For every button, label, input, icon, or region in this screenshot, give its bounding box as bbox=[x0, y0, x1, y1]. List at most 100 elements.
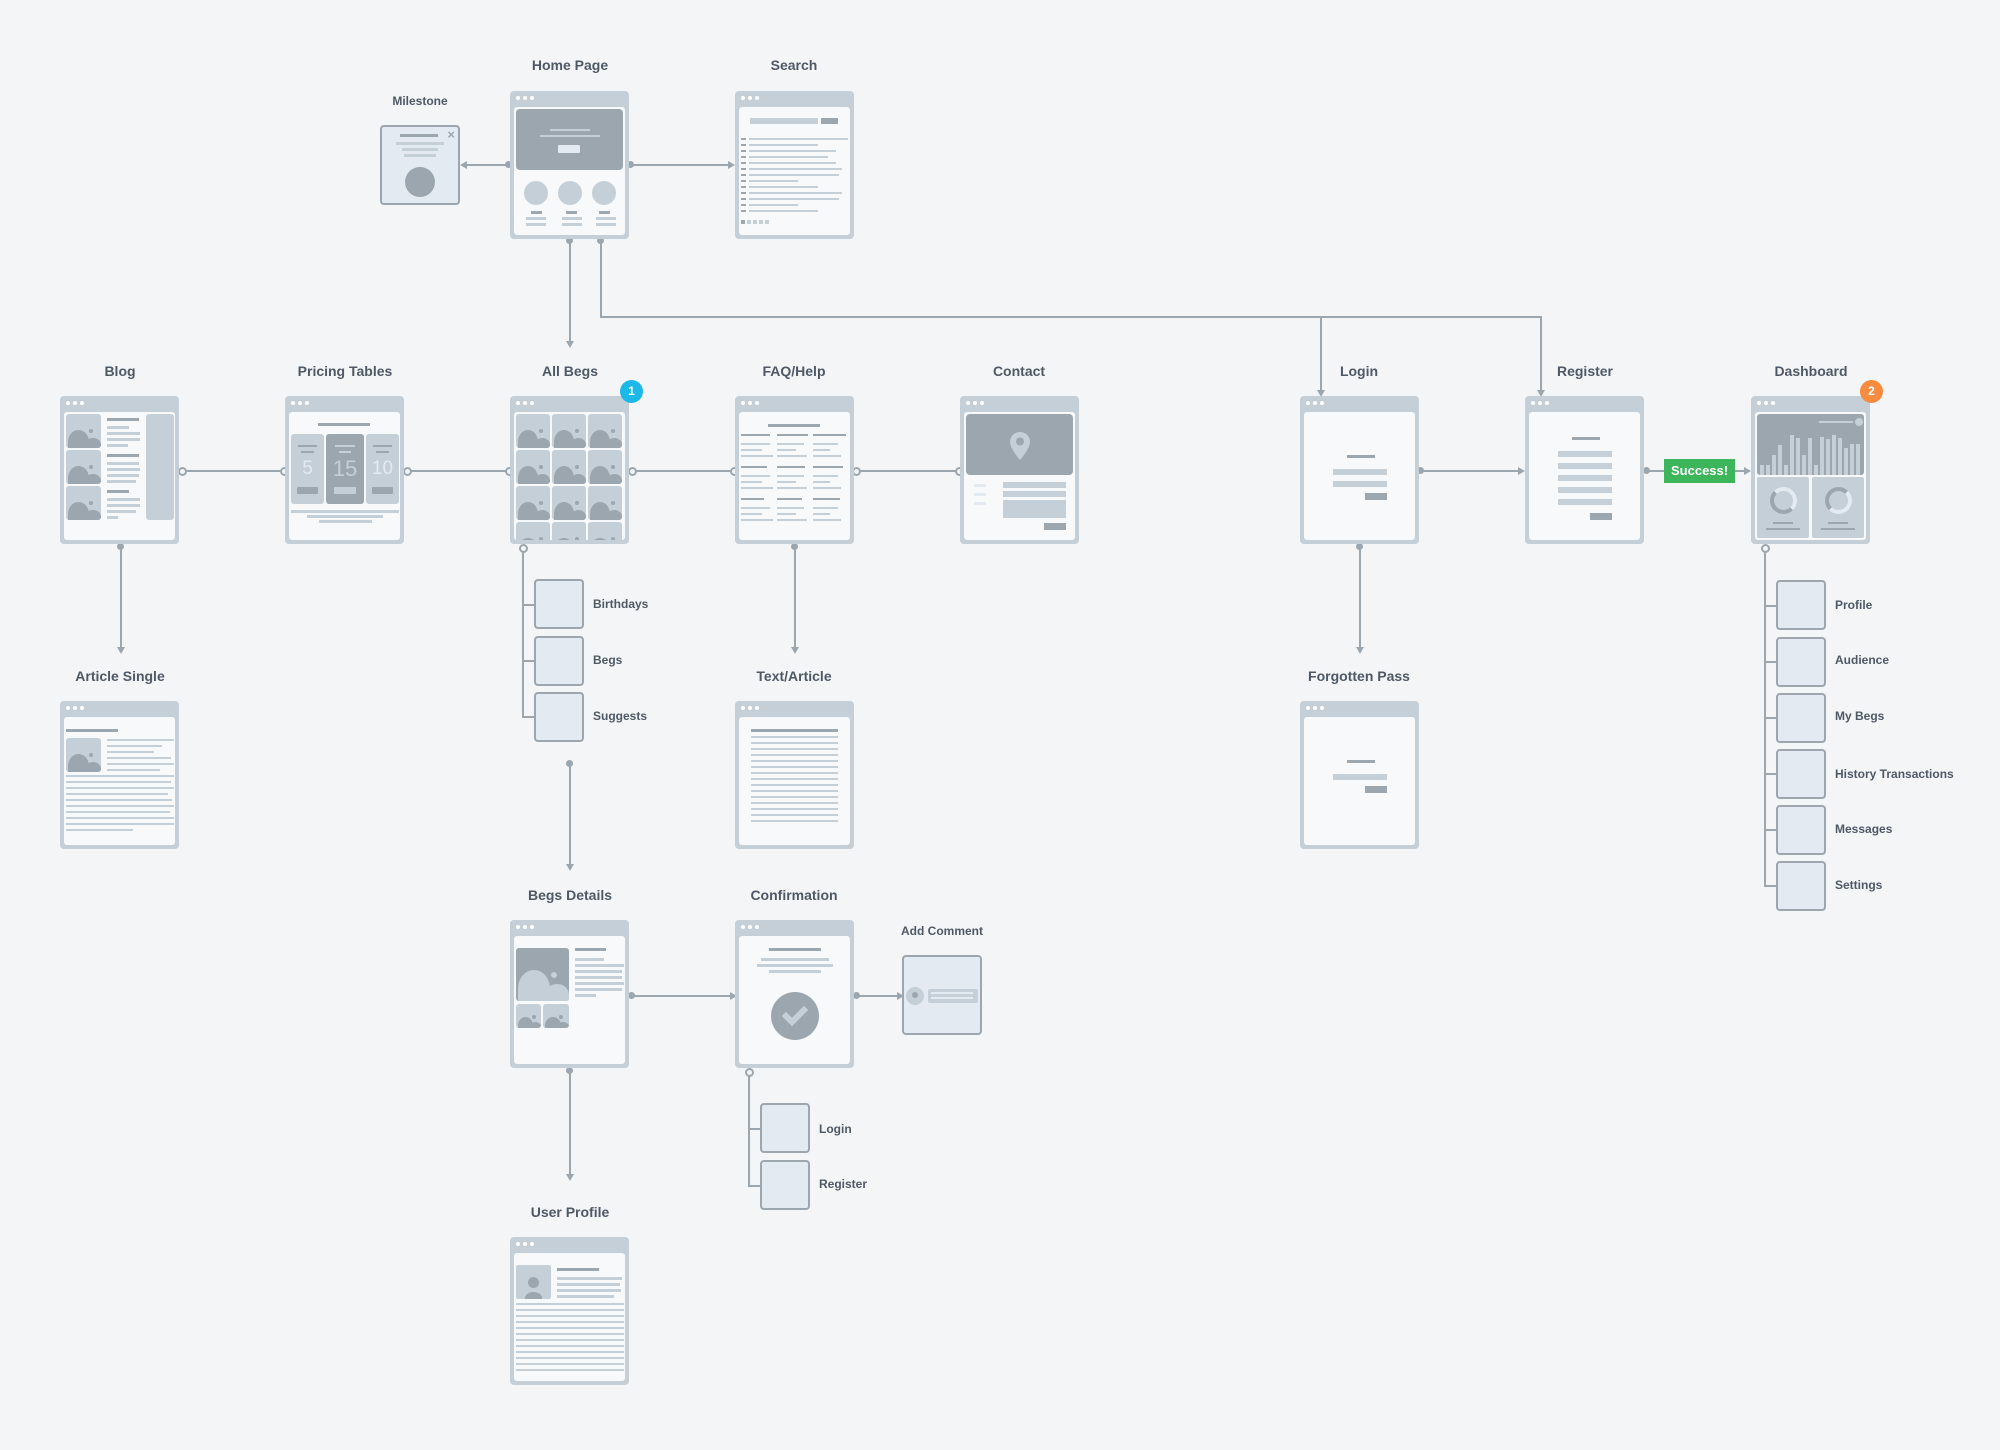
child-label: Register bbox=[819, 1177, 868, 1191]
placeholder-line bbox=[813, 481, 830, 483]
screen-title-dashboard: Dashboard bbox=[1774, 363, 1848, 379]
close-icon[interactable]: × bbox=[447, 127, 455, 142]
screen-register[interactable] bbox=[1525, 396, 1644, 544]
screen-faq[interactable] bbox=[735, 396, 854, 544]
placeholder-line bbox=[751, 784, 838, 786]
connector-blog-pricing bbox=[182, 470, 283, 472]
image-placeholder-icon bbox=[516, 450, 550, 484]
connector-login-forgotten bbox=[1359, 546, 1361, 649]
connector-to-login bbox=[1320, 316, 1322, 392]
connector-home-search bbox=[630, 164, 730, 166]
screen-pricing[interactable]: 5 15 10 bbox=[285, 396, 404, 544]
placeholder-line bbox=[741, 513, 762, 515]
connector-confirmation-children bbox=[748, 1075, 750, 1186]
child-screen-profile[interactable] bbox=[1776, 580, 1826, 630]
child-screen-history[interactable] bbox=[1776, 749, 1826, 799]
placeholder-line bbox=[751, 814, 838, 816]
screen-allbegs[interactable] bbox=[510, 396, 629, 544]
placeholder-line bbox=[813, 475, 838, 477]
image-placeholder-icon bbox=[588, 414, 622, 448]
child-screen-login[interactable] bbox=[760, 1103, 810, 1153]
child-screen-audience[interactable] bbox=[1776, 637, 1826, 687]
child-screen-my-begs[interactable] bbox=[1776, 693, 1826, 743]
placeholder-line bbox=[516, 1315, 624, 1317]
child-screen-suggests[interactable] bbox=[534, 692, 584, 742]
placeholder-line bbox=[751, 772, 838, 774]
comment-input[interactable] bbox=[928, 989, 978, 1003]
image-placeholder-icon bbox=[552, 450, 586, 484]
placeholder-line bbox=[516, 1303, 624, 1305]
placeholder-line bbox=[749, 204, 798, 206]
location-pin-icon bbox=[1010, 432, 1030, 460]
placeholder-line bbox=[751, 760, 838, 762]
child-screen-register[interactable] bbox=[760, 1160, 810, 1210]
connector-ring bbox=[178, 467, 187, 476]
screen-article-single[interactable] bbox=[60, 701, 179, 849]
screen-blog[interactable] bbox=[60, 396, 179, 544]
screen-add-comment[interactable] bbox=[902, 955, 982, 1035]
connector-ring bbox=[628, 467, 637, 476]
placeholder-line bbox=[107, 739, 174, 741]
window-dots-icon bbox=[66, 706, 84, 711]
child-label: Birthdays bbox=[593, 597, 649, 611]
placeholder-line bbox=[777, 449, 796, 451]
screen-user-profile[interactable] bbox=[510, 1237, 629, 1385]
placeholder-line bbox=[751, 766, 838, 768]
placeholder-line bbox=[741, 498, 764, 500]
screen-milestone[interactable]: × bbox=[380, 125, 460, 205]
placeholder-line bbox=[741, 443, 770, 445]
screen-confirmation[interactable] bbox=[735, 920, 854, 1068]
placeholder-line bbox=[741, 466, 767, 468]
screen-login[interactable] bbox=[1300, 396, 1419, 544]
screen-contact[interactable] bbox=[960, 396, 1079, 544]
result-bullet bbox=[741, 186, 746, 188]
placeholder-line bbox=[66, 829, 133, 831]
placeholder-line bbox=[751, 796, 838, 798]
child-screen-settings[interactable] bbox=[1776, 861, 1826, 911]
image-placeholder-icon bbox=[588, 486, 622, 520]
screen-begs-details[interactable] bbox=[510, 920, 629, 1068]
image-placeholder-icon bbox=[516, 486, 550, 520]
image-placeholder-icon bbox=[516, 522, 550, 540]
placeholder-line bbox=[66, 775, 174, 777]
notification-badge: 2 bbox=[1860, 380, 1883, 403]
child-label: Login bbox=[819, 1122, 852, 1136]
screen-dashboard[interactable] bbox=[1751, 396, 1870, 544]
child-screen-birthdays[interactable] bbox=[534, 579, 584, 629]
window-dots-icon bbox=[1306, 706, 1324, 711]
placeholder-line bbox=[66, 787, 174, 789]
placeholder-line bbox=[107, 763, 174, 765]
placeholder-line bbox=[107, 769, 160, 771]
placeholder-line bbox=[741, 487, 773, 489]
screen-text-article[interactable] bbox=[735, 701, 854, 849]
screen-title-contact: Contact bbox=[992, 363, 1046, 379]
placeholder-line bbox=[777, 487, 807, 489]
price-value: 5 bbox=[302, 458, 313, 479]
chart-bar bbox=[1802, 455, 1806, 475]
chart-bar bbox=[1766, 465, 1770, 475]
screen-home[interactable] bbox=[510, 91, 629, 239]
screen-title-login: Login bbox=[1339, 363, 1379, 379]
result-bullet bbox=[741, 174, 746, 176]
connector-pricing-allbegs bbox=[406, 470, 509, 472]
screen-title-allbegs: All Begs bbox=[541, 363, 598, 379]
window-dots-icon bbox=[741, 706, 759, 711]
image-placeholder-icon bbox=[66, 738, 101, 772]
connector-faq-contact bbox=[856, 470, 959, 472]
donut-card bbox=[1812, 477, 1864, 538]
child-label: History Transactions bbox=[1835, 767, 1954, 781]
screen-title-faq: FAQ/Help bbox=[762, 363, 826, 379]
result-bullet bbox=[741, 162, 746, 164]
child-label: My Begs bbox=[1835, 709, 1885, 723]
screen-forgotten-pass[interactable] bbox=[1300, 701, 1419, 849]
window-dots-icon bbox=[516, 1242, 534, 1247]
result-bullet bbox=[741, 192, 746, 194]
connector-home-allbegs bbox=[569, 240, 571, 345]
arrow-icon bbox=[1356, 647, 1364, 654]
placeholder-line bbox=[751, 820, 838, 822]
screen-search[interactable] bbox=[735, 91, 854, 239]
placeholder-line bbox=[749, 156, 828, 158]
placeholder-line bbox=[749, 168, 842, 170]
child-screen-begs[interactable] bbox=[534, 636, 584, 686]
child-screen-messages[interactable] bbox=[1776, 805, 1826, 855]
